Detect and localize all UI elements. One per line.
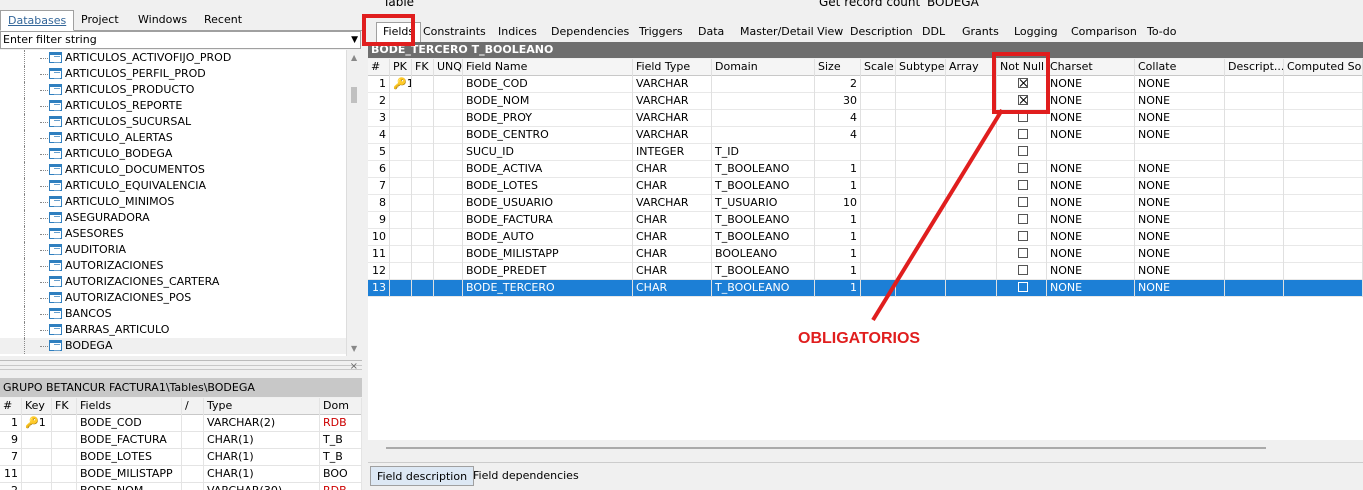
annotation-arrow bbox=[871, 108, 1004, 322]
ibexpert-window: Databases Project Windows Recent Enter f… bbox=[0, 0, 1363, 490]
arrow-line bbox=[871, 108, 1004, 322]
annotation-label: OBLIGATORIOS bbox=[798, 330, 921, 347]
